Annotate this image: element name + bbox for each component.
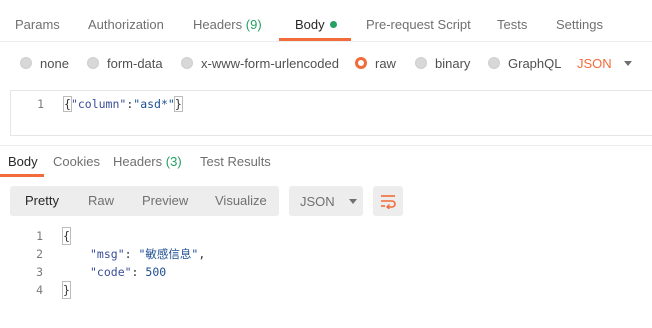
line-number: 1	[36, 229, 43, 243]
request-body-editor[interactable]: 1 {"column":"asd*"}	[10, 90, 652, 136]
open-brace: {	[62, 227, 71, 245]
tab-headers-count: (9)	[245, 17, 262, 32]
response-tab-headers-count: (3)	[165, 154, 182, 169]
tab-pre-request-script[interactable]: Pre-request Script	[366, 17, 471, 32]
request-tabs: Params Authorization Headers (9) Body Pr…	[0, 0, 652, 42]
radio-form-data[interactable]: form-data	[87, 53, 163, 73]
line-number: 3	[36, 265, 43, 279]
line-number: 1	[37, 97, 44, 111]
chevron-down-icon	[348, 198, 357, 204]
json-key: "msg"	[90, 247, 125, 261]
radio-form-data-circle[interactable]	[87, 57, 99, 69]
tab-settings[interactable]: Settings	[556, 17, 603, 32]
code-line: "msg": "敏感信息",	[90, 246, 205, 262]
language-select-value: JSON	[577, 55, 612, 71]
response-format-select[interactable]: JSON	[289, 186, 363, 216]
radio-form-data-label: form-data	[107, 55, 163, 71]
wrap-lines-icon	[381, 195, 396, 209]
wrap-lines-button[interactable]	[373, 186, 403, 216]
view-mode-group: Pretty Raw Preview Visualize	[10, 186, 279, 216]
response-active-tab-indicator	[0, 174, 44, 177]
close-brace: }	[173, 96, 183, 112]
radio-graphql-circle[interactable]	[488, 57, 500, 69]
body-type-selector: none form-data x-www-form-urlencoded raw…	[0, 53, 652, 73]
radio-none-circle[interactable]	[20, 57, 32, 69]
json-value: "asd*"	[133, 97, 175, 111]
radio-raw-label: raw	[375, 55, 396, 71]
code-line: "code": 500	[90, 264, 166, 280]
chevron-down-icon	[623, 60, 632, 66]
response-tabs: Body Cookies Headers (3) Test Results	[0, 145, 652, 177]
response-tab-cookies[interactable]: Cookies	[53, 154, 100, 169]
json-comma: ,	[198, 247, 206, 261]
body-modified-dot	[329, 21, 337, 28]
radio-none-label: none	[40, 55, 69, 71]
tab-params[interactable]: Params	[15, 17, 60, 32]
json-value: "敏感信息"	[138, 247, 199, 261]
tab-authorization[interactable]: Authorization	[88, 17, 164, 32]
active-tab-indicator	[279, 38, 351, 41]
code-line: {"column":"asd*"}	[63, 96, 183, 112]
json-key: "column"	[70, 97, 127, 111]
line-number: 2	[36, 247, 43, 261]
view-pretty-button[interactable]: Pretty	[25, 186, 59, 216]
radio-binary-circle[interactable]	[415, 57, 427, 69]
response-tab-headers[interactable]: Headers (3)	[113, 154, 182, 169]
json-key: "code"	[90, 265, 132, 279]
response-format-value: JSON	[300, 193, 335, 209]
tab-headers[interactable]: Headers (9)	[193, 17, 262, 32]
view-raw-button[interactable]: Raw	[88, 186, 114, 216]
radio-graphql-label: GraphQL	[508, 55, 562, 71]
json-colon: :	[131, 265, 146, 279]
language-select[interactable]: JSON	[577, 53, 632, 73]
tab-headers-label: Headers	[193, 17, 243, 32]
response-tab-test-results[interactable]: Test Results	[200, 154, 271, 169]
response-tab-body[interactable]: Body	[8, 154, 38, 169]
radio-urlencoded-circle[interactable]	[181, 57, 193, 69]
view-visualize-button[interactable]: Visualize	[215, 186, 267, 216]
radio-binary[interactable]: binary	[415, 53, 470, 73]
tab-body[interactable]: Body	[295, 17, 337, 32]
tab-body-label: Body	[295, 17, 325, 32]
radio-raw[interactable]: raw	[355, 53, 396, 73]
radio-none[interactable]: none	[20, 53, 69, 73]
radio-urlencoded[interactable]: x-www-form-urlencoded	[181, 53, 339, 73]
tab-tests[interactable]: Tests	[497, 17, 527, 32]
close-brace: }	[62, 281, 71, 299]
radio-urlencoded-label: x-www-form-urlencoded	[201, 55, 339, 71]
radio-graphql[interactable]: GraphQL	[488, 53, 561, 73]
response-body-viewer[interactable]: 1 { 2 "msg": "敏感信息", 3 "code": 500 4 }	[0, 226, 652, 328]
view-preview-button[interactable]: Preview	[142, 186, 188, 216]
json-colon: :	[124, 247, 139, 261]
radio-binary-label: binary	[435, 55, 471, 71]
json-value: 500	[145, 265, 167, 279]
line-number: 4	[36, 283, 43, 297]
open-brace: {	[63, 96, 72, 112]
response-tab-headers-label: Headers	[113, 154, 163, 169]
radio-raw-circle[interactable]	[355, 57, 367, 69]
